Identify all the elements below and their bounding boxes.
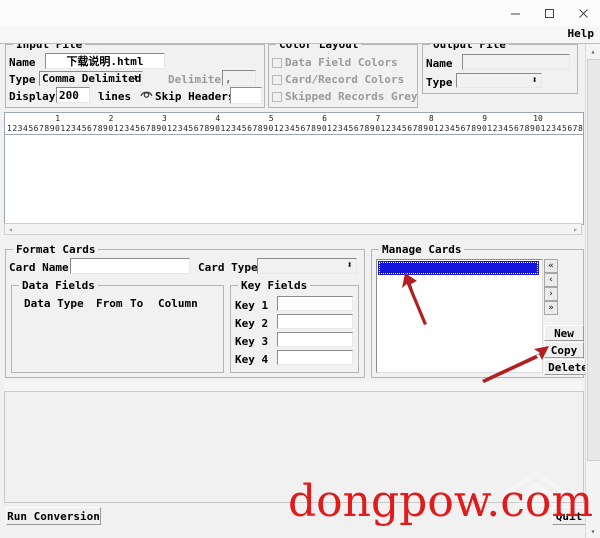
group-output-file-label: Output File	[430, 44, 509, 51]
ruler-tick-8: 8	[428, 114, 434, 123]
card-name-label: Card Name	[9, 261, 69, 274]
skip-headers-label: Skip Headers	[155, 90, 235, 103]
ruler-tick-1: 1	[55, 114, 61, 123]
input-name-field[interactable]: 下载说明.html	[45, 53, 165, 69]
output-name-label: Name	[426, 57, 453, 70]
ruler-tick-4: 4	[215, 114, 221, 123]
chevron-down-icon-cardtype[interactable]: ⬍	[344, 260, 355, 272]
delimiter-field[interactable]: ,	[222, 70, 256, 86]
chevron-down-icon-output[interactable]: ⬍	[529, 75, 540, 87]
chevron-down-icon[interactable]: ⬍	[130, 73, 141, 85]
key2-label: Key 2	[235, 317, 269, 330]
ruler-tick-5: 5	[268, 114, 274, 123]
column-ruler: 123456789101112 123456789012345678901234…	[4, 112, 584, 136]
scroll-right-icon[interactable]: ▸	[570, 225, 581, 234]
key3-field[interactable]	[277, 332, 353, 347]
scroll-up-arrow-icon[interactable]: ▴	[586, 44, 600, 58]
ruler-tick-6: 6	[322, 114, 327, 123]
key2-field[interactable]	[277, 314, 353, 329]
output-type-label: Type	[426, 76, 453, 89]
key4-field[interactable]	[277, 350, 353, 365]
display-lines-label: Display	[9, 90, 56, 103]
ruler-tick-3: 3	[162, 114, 167, 123]
menu-item-help[interactable]: Help	[568, 27, 595, 40]
manage-cards-listbox[interactable]	[376, 259, 543, 373]
skip-headers-field[interactable]	[230, 87, 262, 104]
scroll-bottom-button[interactable]: »	[544, 301, 558, 315]
label-card-record-colors: Card/Record Colors	[285, 73, 405, 86]
col-header-data-type: Data Type	[24, 297, 84, 310]
minimize-icon[interactable]	[498, 0, 532, 26]
group-input-file-label: Input File	[13, 44, 86, 51]
input-type-value: Comma Delimited	[42, 72, 142, 85]
output-type-combo[interactable]: ⬍	[456, 73, 542, 88]
checkbox-card-record-colors[interactable]	[272, 75, 282, 85]
output-name-field[interactable]	[462, 54, 570, 70]
label-skipped-records-grey: Skipped Records Grey	[285, 90, 418, 103]
display-lines-field[interactable]: 200	[56, 87, 90, 103]
key1-label: Key 1	[235, 299, 269, 312]
col-header-from: From	[96, 297, 123, 310]
application-window: Help Input File Name 下载说明.html Type Comm…	[0, 0, 600, 538]
group-color-layout-label: Color Layout	[276, 44, 362, 51]
watermark-text: dongpow.com	[288, 476, 594, 527]
scroll-left-icon[interactable]: ◂	[5, 225, 16, 234]
col-header-column: Column	[158, 297, 198, 310]
scrollbar-thumb[interactable]	[587, 59, 600, 461]
group-data-fields-label: Data Fields	[19, 279, 98, 292]
skip-headers-icon[interactable]	[140, 89, 153, 100]
delimiter-label: Delimiter	[168, 73, 228, 86]
menu-bar: Help	[0, 26, 600, 44]
list-item-selected[interactable]	[378, 261, 539, 275]
main-vertical-scrollbar[interactable]: ▴ ▾	[585, 44, 600, 538]
title-bar	[0, 0, 600, 27]
lines-label: lines	[98, 90, 132, 103]
key3-label: Key 3	[235, 335, 269, 348]
client-area: Input File Name 下载说明.html Type Comma Del…	[0, 44, 600, 538]
scroll-down-button[interactable]: ›	[544, 287, 558, 301]
run-conversion-button[interactable]: Run Conversion	[6, 507, 101, 525]
preview-textarea[interactable]	[4, 134, 584, 225]
preview-horizontal-scrollbar[interactable]: ◂ ▸	[4, 223, 582, 235]
new-card-button[interactable]: New	[544, 325, 584, 341]
scroll-top-button[interactable]: «	[544, 259, 558, 273]
ruler-tick-7: 7	[375, 114, 381, 123]
ruler-tick-2: 2	[108, 114, 114, 123]
group-manage-cards-label: Manage Cards	[379, 243, 465, 256]
group-key-fields-label: Key Fields	[238, 279, 311, 292]
window-controls	[498, 0, 600, 26]
close-icon[interactable]	[566, 0, 600, 26]
input-name-label: Name	[9, 56, 36, 69]
maximize-icon[interactable]	[532, 0, 566, 26]
ruler-tick-9: 9	[482, 114, 488, 123]
group-format-cards-label: Format Cards	[13, 243, 99, 256]
label-data-field-colors: Data Field Colors	[285, 56, 398, 69]
checkbox-skipped-records-grey[interactable]	[272, 92, 282, 102]
col-header-to: To	[130, 297, 144, 310]
card-name-field[interactable]	[70, 258, 190, 274]
input-type-combo[interactable]: Comma Delimited ⬍	[39, 71, 143, 86]
checkbox-data-field-colors[interactable]	[272, 58, 282, 68]
card-type-label: Card Type	[198, 261, 258, 274]
card-type-combo[interactable]: ⬍	[257, 258, 357, 274]
ruler-tick-10: 10	[533, 114, 543, 123]
key1-field[interactable]	[277, 296, 353, 311]
scroll-up-button[interactable]: ‹	[544, 273, 558, 287]
input-type-label: Type	[9, 73, 36, 86]
copy-card-button[interactable]: Copy	[544, 342, 584, 358]
ruler-tick-numbers: 123456789101112	[5, 114, 583, 124]
ruler-digit-strip: 1234567890123456789012345678901234567890…	[7, 124, 584, 133]
key4-label: Key 4	[235, 353, 269, 366]
